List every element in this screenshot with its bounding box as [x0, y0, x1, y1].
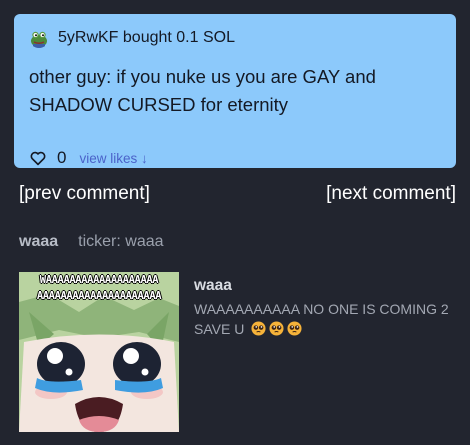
- comment-card: 5yRwKF bought 0.1 SOL other guy: if you …: [14, 14, 456, 168]
- token-header: waaa ticker: waaa: [19, 231, 164, 253]
- comment-text: other guy: if you nuke us you are GAY an…: [29, 66, 376, 115]
- pleading-face-emoji-icon: [269, 321, 284, 336]
- next-comment-button[interactable]: [next comment]: [326, 181, 456, 207]
- token-description-text: WAAAAAAAAAA NO ONE IS COMING 2 SAVE U: [194, 301, 449, 337]
- page-root: 5yRwKF bought 0.1 SOL other guy: if you …: [0, 0, 470, 445]
- comment-user-action[interactable]: 5yRwKF bought 0.1 SOL: [58, 29, 235, 47]
- crying-anime-meme-image[interactable]: WAAAAAAAAAAAAAAAAAAA AAAAAAAAAAAAAAAAAAA…: [19, 272, 179, 432]
- token-ticker: ticker: waaa: [78, 233, 164, 250]
- token-name[interactable]: waaa: [19, 231, 58, 253]
- meme-caption-line-1: WAAAAAAAAAAAAAAAAAAA: [39, 274, 159, 286]
- prev-comment-button[interactable]: [prev comment]: [19, 181, 150, 207]
- token-title: waaa: [194, 277, 232, 294]
- token-description: WAAAAAAAAAA NO ONE IS COMING 2 SAVE U: [194, 299, 464, 339]
- pepe-frog-avatar-icon[interactable]: [29, 28, 49, 48]
- pleading-face-emoji-icon: [287, 321, 302, 336]
- like-count: 0: [57, 148, 67, 167]
- meme-caption-line-2: AAAAAAAAAAAAAAAAAAAAA: [36, 290, 162, 302]
- view-likes-link[interactable]: view likes ↓: [79, 151, 147, 166]
- comment-footer: 0 view likes ↓: [29, 146, 148, 170]
- heart-outline-icon[interactable]: [29, 149, 47, 167]
- comment-header: 5yRwKF bought 0.1 SOL: [29, 26, 235, 50]
- pleading-face-emoji-icon: [251, 321, 266, 336]
